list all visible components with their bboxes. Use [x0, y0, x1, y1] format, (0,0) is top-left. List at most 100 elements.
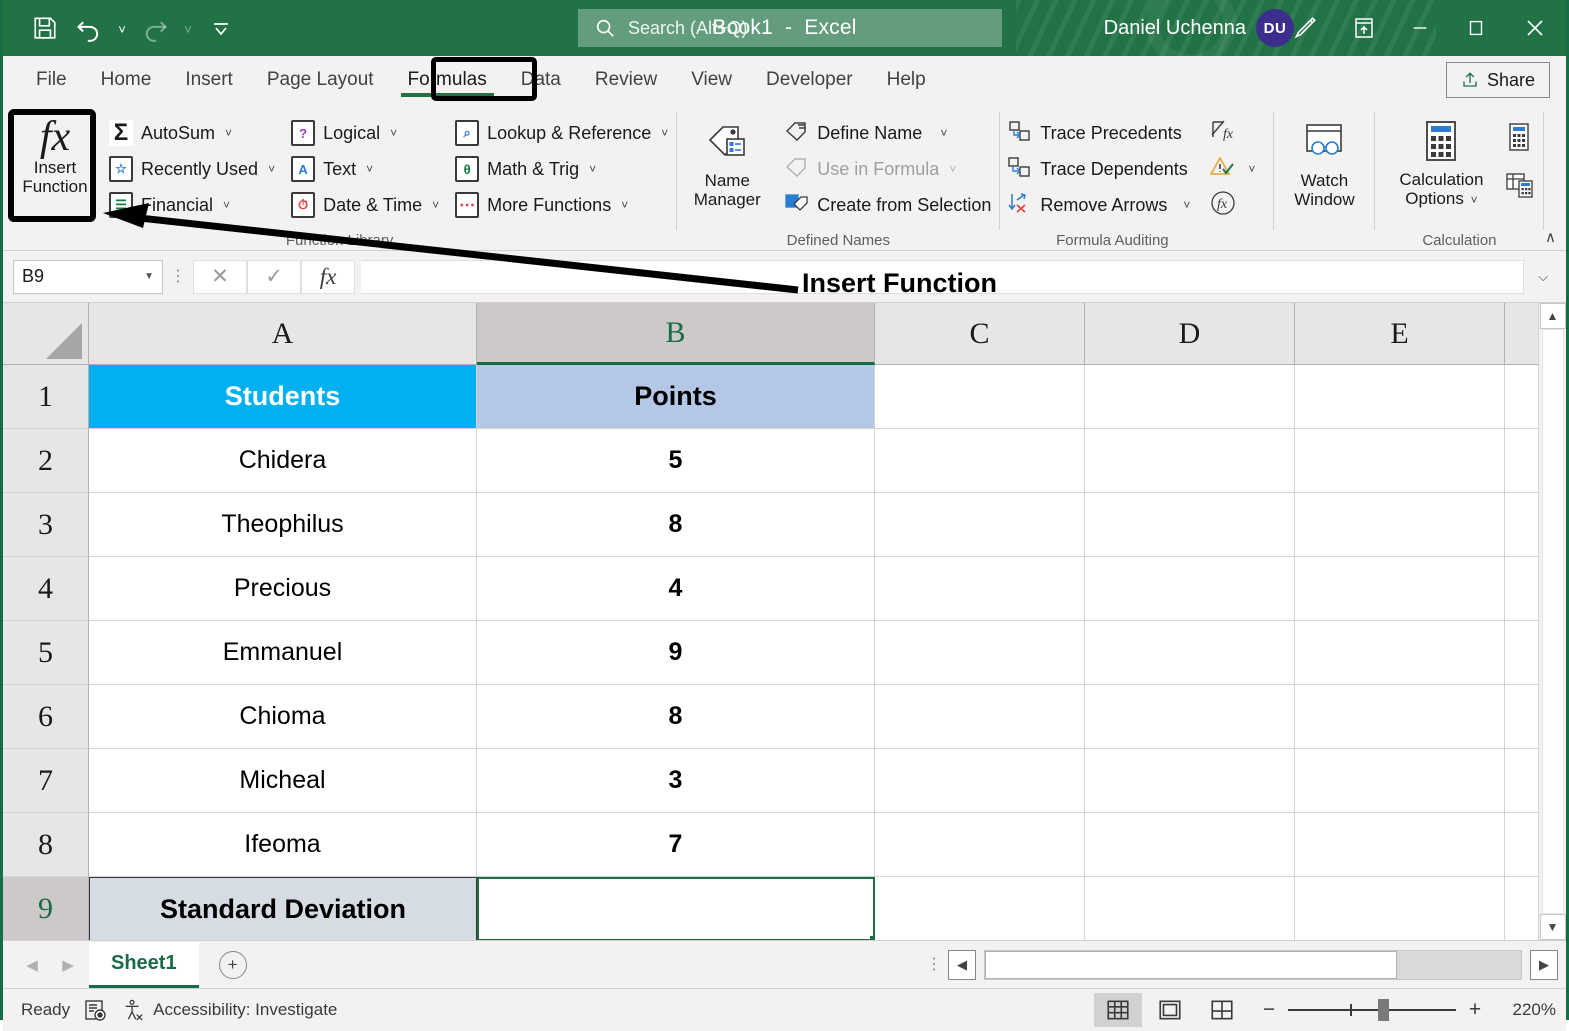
expand-formula-bar-button[interactable]: ⌵ [1530, 269, 1556, 285]
zoom-in-button[interactable]: + [1466, 998, 1484, 1022]
vertical-scrollbar[interactable]: ▲ ▼ [1538, 303, 1566, 940]
column-header-partial[interactable] [1505, 303, 1538, 365]
cell-d9[interactable] [1085, 877, 1295, 940]
cell-c9[interactable] [875, 877, 1085, 940]
formula-input[interactable] [361, 259, 1524, 294]
tab-view[interactable]: View [674, 65, 749, 95]
cell-c3[interactable] [875, 493, 1085, 557]
trace-dependents-button[interactable]: Trace Dependents [1000, 152, 1198, 186]
cell-d3[interactable] [1085, 493, 1295, 557]
name-manager-button[interactable]: Name Manager [677, 108, 777, 251]
remove-arrows-button[interactable]: Remove Arrows ˅ [1000, 188, 1198, 222]
recently-used-button[interactable]: ☆ Recently Used ˅ [101, 152, 283, 186]
row-header-4[interactable]: 4 [3, 557, 89, 621]
tab-page-layout[interactable]: Page Layout [250, 65, 391, 95]
cell-d8[interactable] [1085, 813, 1295, 877]
column-header-b[interactable]: B [477, 303, 875, 365]
cell-c7[interactable] [875, 749, 1085, 813]
row-header-3[interactable]: 3 [3, 493, 89, 557]
cell-e5[interactable] [1295, 621, 1505, 685]
scroll-up-icon[interactable]: ▲ [1539, 303, 1566, 329]
more-functions-button[interactable]: ⋯ More Functions ˅ [447, 188, 676, 222]
chevron-down-icon[interactable]: ˅ [940, 126, 947, 140]
previous-sheet-icon[interactable]: ◀ [17, 956, 47, 974]
collapse-ribbon-button[interactable]: ∧ [1545, 228, 1556, 246]
chevron-down-icon[interactable]: ˅ [1183, 198, 1190, 212]
chevron-down-icon[interactable]: ˅ [225, 126, 232, 140]
cell-c4[interactable] [875, 557, 1085, 621]
tab-file[interactable]: File [19, 65, 84, 95]
zoom-slider-thumb[interactable] [1378, 999, 1389, 1021]
calculate-now-button[interactable] [1497, 122, 1543, 156]
chevron-down-icon[interactable]: ˅ [661, 126, 668, 140]
tab-insert[interactable]: Insert [168, 65, 250, 95]
calculation-options-button[interactable]: Calculation Options ˅ [1385, 108, 1497, 251]
vertical-scroll-track[interactable] [1541, 329, 1564, 914]
tab-developer[interactable]: Developer [749, 65, 870, 95]
enter-button[interactable]: ✓ [247, 259, 301, 294]
chevron-down-icon[interactable]: ˅ [1248, 162, 1255, 176]
cell-e1[interactable] [1295, 365, 1505, 429]
horizontal-scroll-thumb[interactable] [985, 950, 1397, 979]
cell-d4[interactable] [1085, 557, 1295, 621]
insert-function-formula-bar-button[interactable]: fx [301, 259, 355, 294]
zoom-level-label[interactable]: 220% [1494, 1000, 1556, 1020]
cell-d1[interactable] [1085, 365, 1295, 429]
row-header-8[interactable]: 8 [3, 813, 89, 877]
column-header-d[interactable]: D [1085, 303, 1295, 365]
ink-pen-icon[interactable] [1274, 0, 1336, 56]
accessibility-checker[interactable]: Accessibility: Investigate [122, 999, 337, 1021]
cell-c1[interactable] [875, 365, 1085, 429]
cell-b4[interactable]: 4 [477, 557, 875, 621]
cell-d2[interactable] [1085, 429, 1295, 493]
show-formulas-button[interactable]: fx [1202, 116, 1263, 150]
math-trig-button[interactable]: θ Math & Trig ˅ [447, 152, 676, 186]
sheet-tab-sheet1[interactable]: Sheet1 [89, 941, 199, 988]
cell-b5[interactable]: 9 [477, 621, 875, 685]
cell-a1[interactable]: Students [89, 365, 477, 429]
cell-c2[interactable] [875, 429, 1085, 493]
cell-f2[interactable] [1505, 429, 1538, 493]
error-checking-button[interactable]: ˅ [1202, 152, 1263, 186]
page-layout-view-button[interactable] [1146, 993, 1194, 1027]
create-from-selection-button[interactable]: Create from Selection [777, 188, 999, 222]
cell-a4[interactable]: Precious [89, 557, 477, 621]
account-zone[interactable]: Daniel Uchenna DU [1104, 0, 1294, 56]
normal-view-button[interactable] [1094, 993, 1142, 1027]
cell-c6[interactable] [875, 685, 1085, 749]
cell-d5[interactable] [1085, 621, 1295, 685]
cell-e8[interactable] [1295, 813, 1505, 877]
chevron-down-icon[interactable]: ˅ [390, 126, 397, 140]
tab-help[interactable]: Help [870, 65, 943, 95]
cell-a8[interactable]: Ifeoma [89, 813, 477, 877]
cancel-button[interactable]: ✕ [193, 259, 247, 294]
customize-quick-access-toolbar-icon[interactable] [201, 10, 241, 46]
cell-c8[interactable] [875, 813, 1085, 877]
chevron-down-icon[interactable]: ˅ [621, 198, 628, 212]
trace-precedents-button[interactable]: Trace Precedents [1000, 116, 1198, 150]
zoom-slider[interactable] [1288, 999, 1456, 1021]
cell-f5[interactable] [1505, 621, 1538, 685]
cell-e2[interactable] [1295, 429, 1505, 493]
cell-b2[interactable]: 5 [477, 429, 875, 493]
cell-b6[interactable]: 8 [477, 685, 875, 749]
logical-button[interactable]: ? Logical ˅ [283, 116, 447, 150]
cell-a3[interactable]: Theophilus [89, 493, 477, 557]
page-break-preview-button[interactable] [1198, 993, 1246, 1027]
scroll-left-icon[interactable]: ◀ [948, 949, 976, 980]
cell-d7[interactable] [1085, 749, 1295, 813]
row-header-5[interactable]: 5 [3, 621, 89, 685]
chevron-down-icon[interactable]: ˅ [366, 162, 373, 176]
cell-e6[interactable] [1295, 685, 1505, 749]
define-name-button[interactable]: Define Name ˅ [777, 116, 999, 150]
column-header-c[interactable]: C [875, 303, 1085, 365]
sheet-tab-split-handle[interactable]: ⋮ [926, 956, 942, 972]
cell-f9[interactable] [1505, 877, 1538, 940]
lookup-reference-button[interactable]: ⌕ Lookup & Reference ˅ [447, 116, 676, 150]
row-header-2[interactable]: 2 [3, 429, 89, 493]
insert-function-button[interactable]: fx Insert Function [9, 108, 101, 251]
chevron-down-icon[interactable]: ˅ [432, 198, 439, 212]
share-button[interactable]: Share [1445, 62, 1550, 98]
scroll-down-icon[interactable]: ▼ [1539, 914, 1566, 940]
chevron-down-icon[interactable]: ˅ [268, 162, 275, 176]
